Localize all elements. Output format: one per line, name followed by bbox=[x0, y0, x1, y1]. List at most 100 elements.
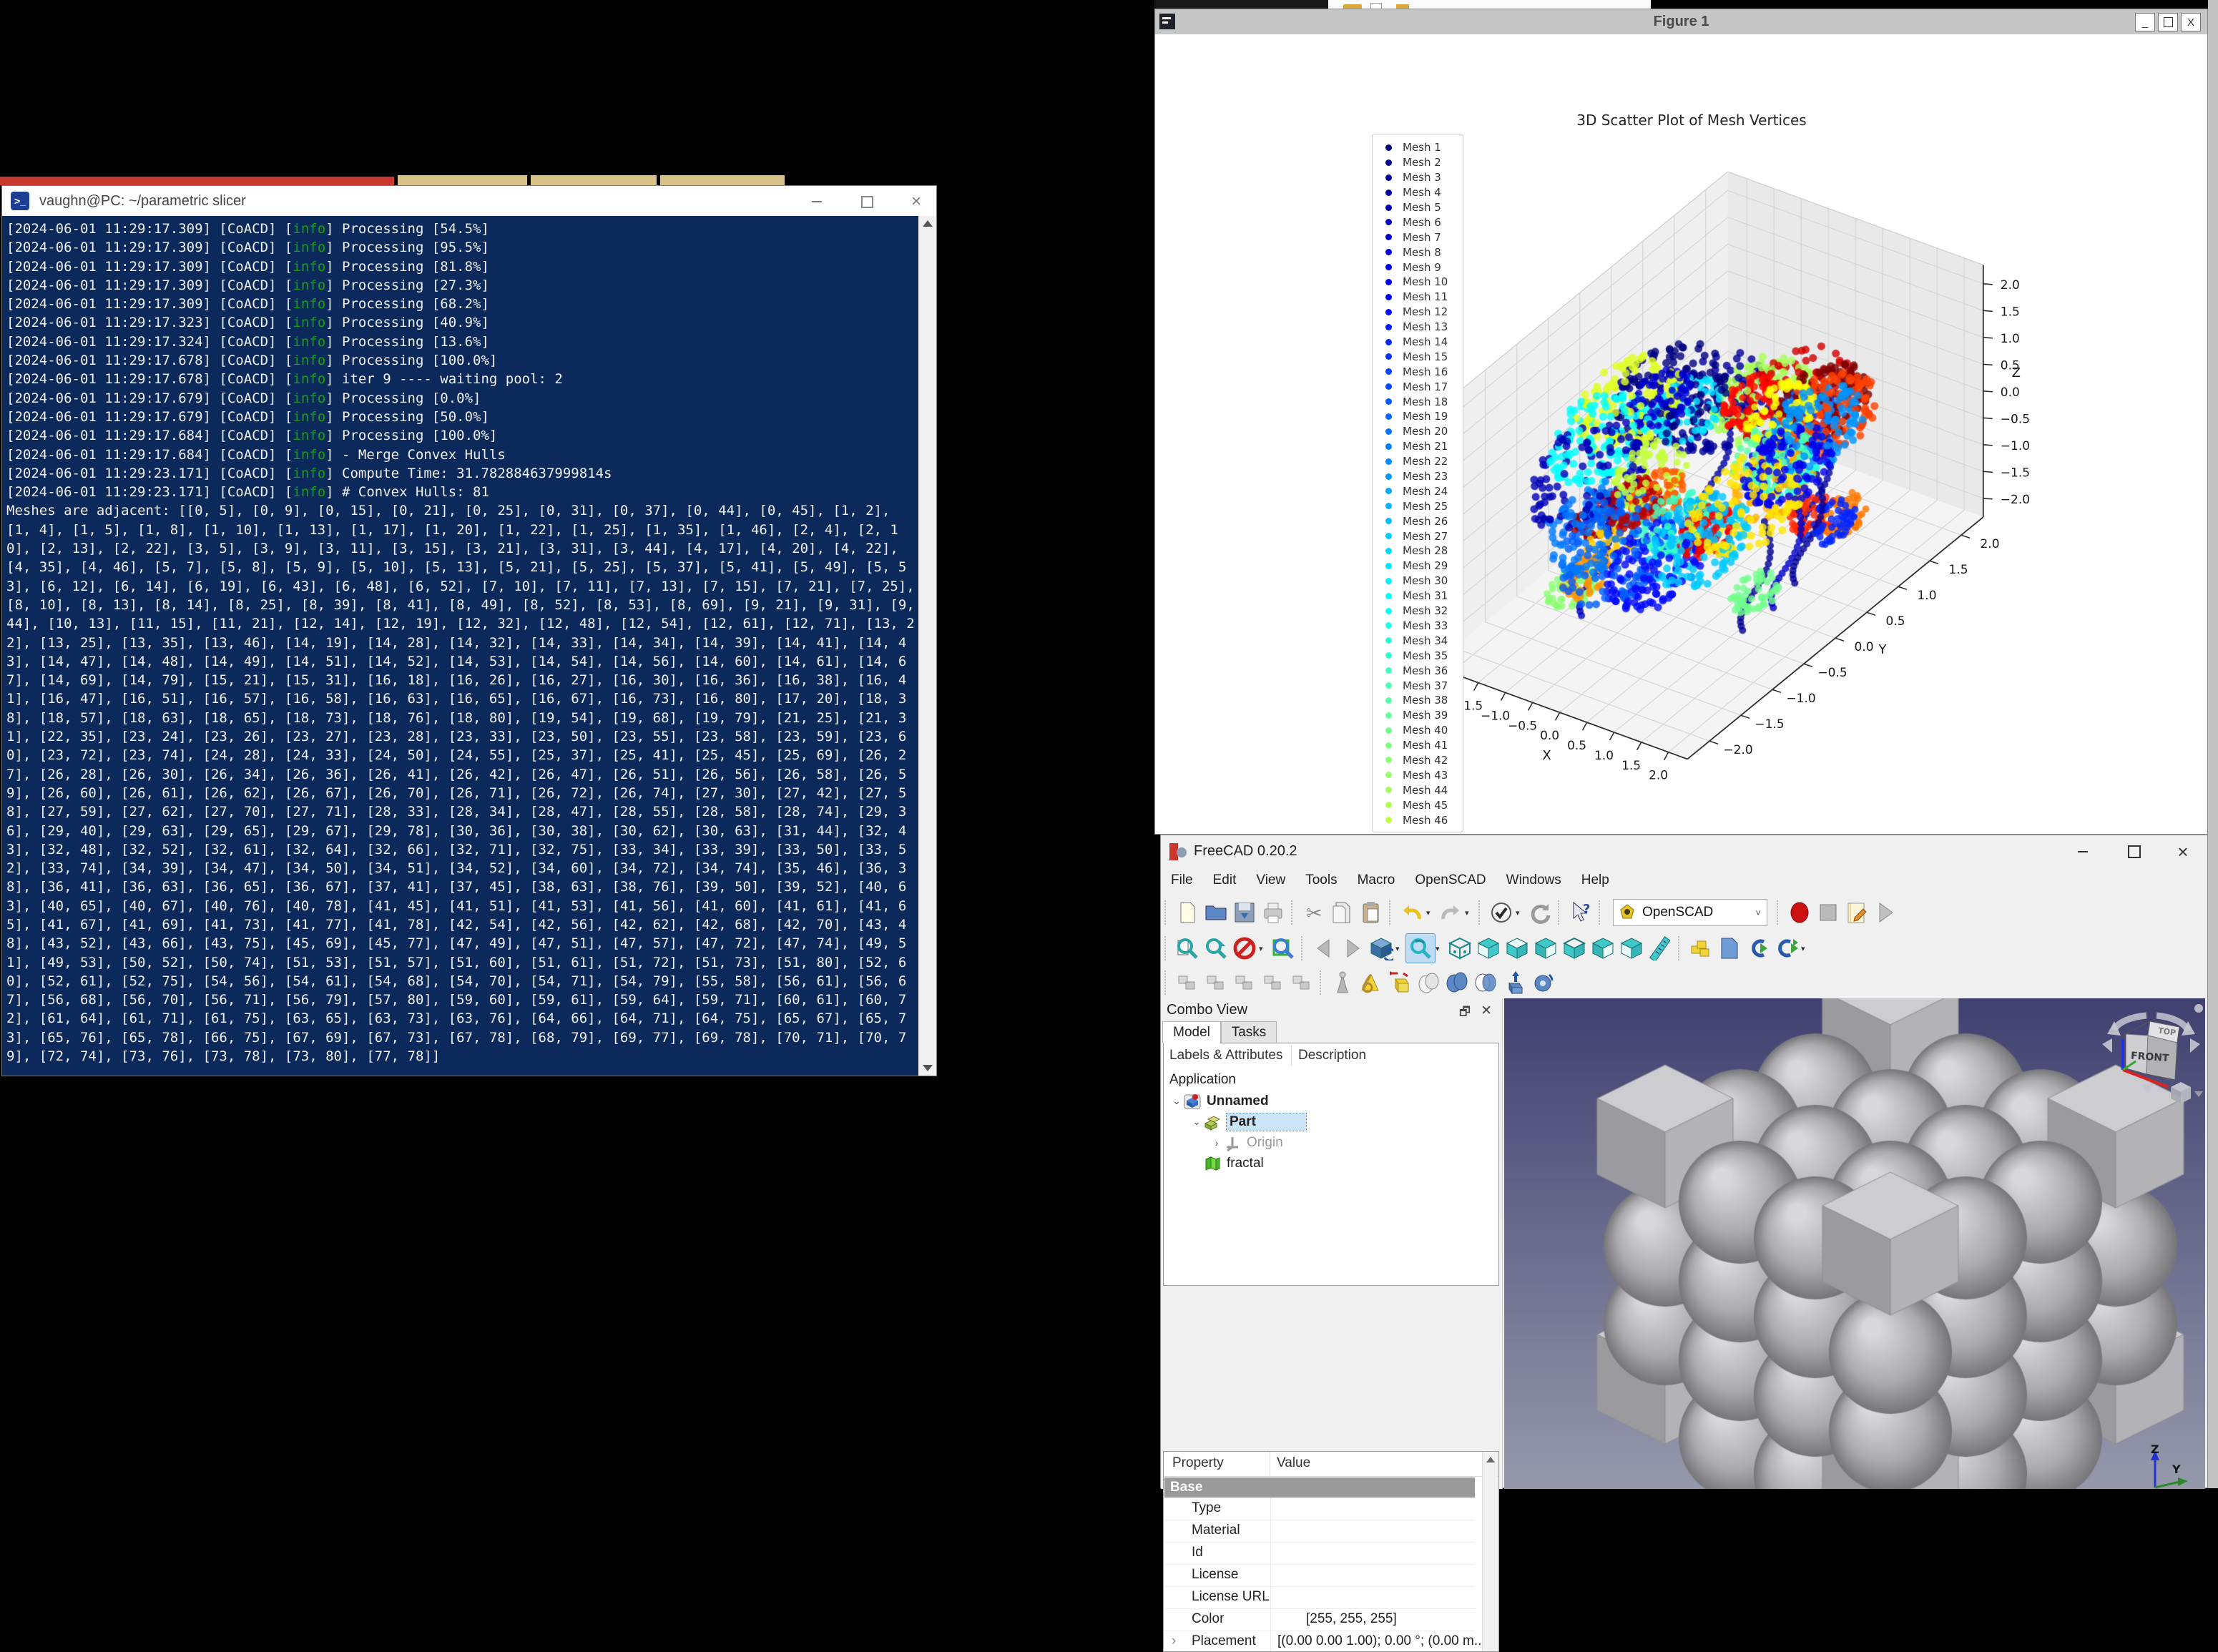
minkowski-icon[interactable] bbox=[1357, 968, 1385, 997]
column-divider[interactable] bbox=[1291, 1045, 1292, 1066]
tree-item-unnamed[interactable]: ⌄Unnamed bbox=[1169, 1091, 1269, 1111]
terminal-close-button[interactable]: × bbox=[900, 192, 933, 212]
workbench-selector[interactable]: OpenSCAD˅ bbox=[1613, 899, 1767, 926]
figure-titlebar[interactable]: Figure 1 _ X bbox=[1155, 9, 2207, 35]
view-left-icon[interactable] bbox=[1617, 934, 1646, 963]
clip-more-icon[interactable]: ▾ bbox=[1259, 944, 1269, 953]
freecad-3d-viewport[interactable]: FRONT TOP Z Y bbox=[1504, 998, 2205, 1489]
tab-tasks[interactable]: Tasks bbox=[1221, 1021, 1277, 1044]
freecad-close-button[interactable]: × bbox=[2167, 841, 2199, 862]
nav-back-icon[interactable] bbox=[1310, 934, 1338, 963]
open-file-icon[interactable] bbox=[1202, 898, 1230, 927]
view-bottom-icon[interactable] bbox=[1589, 934, 1617, 963]
property-row-material[interactable]: Material bbox=[1164, 1520, 1475, 1543]
union-icon[interactable] bbox=[1443, 968, 1471, 997]
print-icon[interactable] bbox=[1259, 898, 1287, 927]
property-row-license[interactable]: License bbox=[1164, 1564, 1475, 1587]
bounding-box-icon[interactable] bbox=[1269, 934, 1297, 963]
toolbar-separator[interactable] bbox=[1301, 936, 1306, 960]
gray-3-icon[interactable] bbox=[1230, 968, 1259, 997]
scroll-up-icon[interactable] bbox=[1486, 1457, 1495, 1462]
figure-close-button[interactable]: X bbox=[2181, 13, 2201, 31]
combo-view-header[interactable]: Combo View 🗗 ✕ bbox=[1161, 998, 1502, 1021]
toolbar-separator[interactable] bbox=[1320, 970, 1325, 995]
macro-play-icon[interactable] bbox=[1871, 898, 1900, 927]
macro-stop-icon[interactable] bbox=[1814, 898, 1842, 927]
figure-maximize-button[interactable] bbox=[2158, 13, 2178, 31]
resize-mesh-icon[interactable] bbox=[1385, 968, 1414, 997]
property-row-color[interactable]: Color [255, 255, 255] bbox=[1164, 1608, 1475, 1631]
property-value[interactable]: [(0.00 0.00 1.00); 0.00 °; (0.00 m... bbox=[1277, 1633, 1486, 1649]
property-row-license-url[interactable]: License URL bbox=[1164, 1586, 1475, 1609]
link-export-icon[interactable] bbox=[1772, 934, 1801, 963]
recompute-icon[interactable] bbox=[1487, 898, 1516, 927]
intersection-icon[interactable] bbox=[1471, 968, 1500, 997]
gray-1-icon[interactable] bbox=[1173, 968, 1202, 997]
toolbar-separator[interactable] bbox=[1164, 970, 1169, 995]
toolbar-separator[interactable] bbox=[1558, 900, 1563, 925]
chevron-down-icon[interactable]: ⌄ bbox=[1169, 1095, 1184, 1107]
terminal-maximize-button[interactable] bbox=[850, 192, 883, 212]
property-scrollbar[interactable] bbox=[1482, 1452, 1498, 1651]
terminal-minimize-button[interactable] bbox=[800, 192, 833, 212]
redo-more-icon[interactable]: ▾ bbox=[1465, 908, 1475, 918]
property-col-header[interactable]: Property bbox=[1172, 1455, 1224, 1471]
figure-minimize-button[interactable]: _ bbox=[2135, 13, 2155, 31]
menu-file[interactable]: File bbox=[1161, 870, 1203, 891]
cut-icon[interactable]: ✂ bbox=[1300, 898, 1328, 927]
tree-item-origin[interactable]: ›Origin bbox=[1209, 1132, 1283, 1153]
tree-item-fractal[interactable]: fractal bbox=[1189, 1153, 1264, 1174]
navigation-cube[interactable]: FRONT TOP bbox=[2096, 1000, 2204, 1120]
toolbar-separator[interactable] bbox=[1478, 900, 1483, 925]
openscad-doc-icon[interactable] bbox=[1715, 934, 1744, 963]
gray-5-icon[interactable] bbox=[1287, 968, 1316, 997]
menu-tools[interactable]: Tools bbox=[1295, 870, 1347, 891]
view-home-icon[interactable] bbox=[1367, 934, 1395, 963]
close-panel-icon[interactable]: ✕ bbox=[1481, 1003, 1492, 1019]
macro-record-icon[interactable] bbox=[1785, 898, 1814, 927]
undo-more-icon[interactable]: ▾ bbox=[1426, 908, 1436, 918]
toolbar-separator[interactable] bbox=[1164, 900, 1169, 925]
toolbar-separator[interactable] bbox=[1599, 900, 1604, 925]
freecad-minimize-button[interactable] bbox=[2067, 841, 2099, 862]
copy-icon[interactable] bbox=[1328, 898, 1357, 927]
toolbar-separator[interactable] bbox=[1777, 900, 1782, 925]
sync-view-icon[interactable] bbox=[1405, 933, 1436, 963]
view-rear-icon[interactable] bbox=[1560, 934, 1589, 963]
view-home-more-icon[interactable]: ▾ bbox=[1395, 944, 1405, 953]
menu-help[interactable]: Help bbox=[1571, 870, 1619, 891]
fit-all-icon[interactable] bbox=[1173, 934, 1202, 963]
nav-forward-icon[interactable] bbox=[1338, 934, 1367, 963]
view-front-icon[interactable] bbox=[1474, 934, 1503, 963]
menu-edit[interactable]: Edit bbox=[1203, 870, 1247, 891]
whats-this-icon[interactable]: ? bbox=[1566, 898, 1595, 927]
undo-icon[interactable] bbox=[1398, 898, 1426, 927]
recompute-more-icon[interactable]: ▾ bbox=[1516, 908, 1526, 918]
chevron-down-icon[interactable]: ⌄ bbox=[1189, 1116, 1204, 1128]
column-description[interactable]: Description bbox=[1298, 1045, 1366, 1066]
gray-2-icon[interactable] bbox=[1202, 968, 1230, 997]
link-import-icon[interactable] bbox=[1744, 934, 1772, 963]
refresh-icon[interactable] bbox=[1526, 898, 1554, 927]
paste-icon[interactable] bbox=[1357, 898, 1385, 927]
view-right-icon[interactable] bbox=[1531, 934, 1560, 963]
freecad-maximize-button[interactable] bbox=[2119, 841, 2150, 862]
scroll-up-icon[interactable] bbox=[923, 220, 933, 227]
toolbar-separator[interactable] bbox=[1291, 900, 1296, 925]
chevron-right-icon[interactable]: › bbox=[1209, 1137, 1224, 1149]
clip-plane-icon[interactable] bbox=[1230, 934, 1259, 963]
measure-icon[interactable] bbox=[1646, 934, 1674, 963]
redo-icon[interactable] bbox=[1436, 898, 1465, 927]
fit-selection-icon[interactable] bbox=[1202, 934, 1230, 963]
hull-icon[interactable] bbox=[1414, 968, 1443, 997]
toolbar-separator[interactable] bbox=[1164, 936, 1169, 960]
new-file-icon[interactable] bbox=[1173, 898, 1202, 927]
float-panel-icon[interactable]: 🗗 bbox=[1459, 1003, 1471, 1023]
property-row-placement[interactable]: › Placement [(0.00 0.00 1.00); 0.00 °; (… bbox=[1164, 1631, 1475, 1652]
property-value[interactable]: [255, 255, 255] bbox=[1306, 1611, 1397, 1627]
tree-item-part[interactable]: ⌄Part bbox=[1189, 1111, 1306, 1132]
save-file-icon[interactable] bbox=[1230, 898, 1259, 927]
extrude-icon[interactable] bbox=[1500, 968, 1528, 997]
menu-macro[interactable]: Macro bbox=[1348, 870, 1405, 891]
freecad-titlebar[interactable]: FreeCAD 0.20.2 × bbox=[1161, 835, 2207, 867]
